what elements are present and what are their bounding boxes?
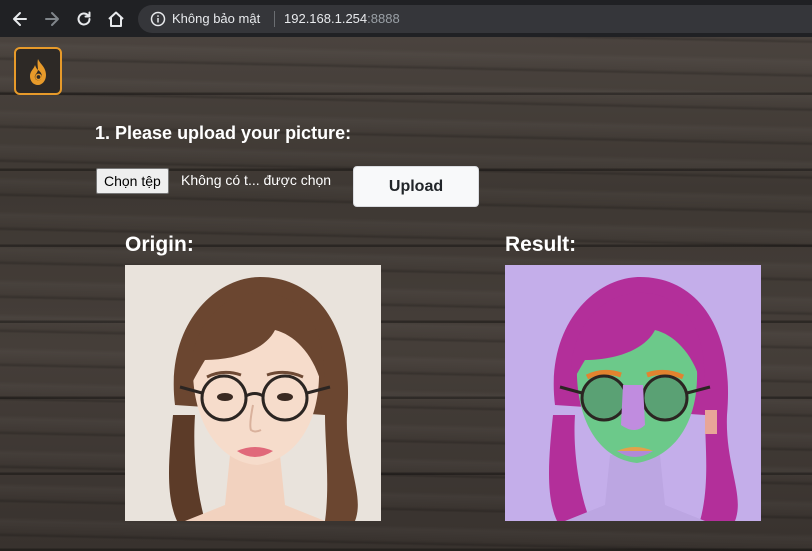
url-host: 192.168.1.254 <box>284 11 368 26</box>
file-status-text: Không có t... được chọn <box>181 172 332 188</box>
browser-toolbar: Không bảo mật 192.168.1.254:8888 <box>0 0 812 37</box>
home-icon[interactable] <box>106 9 126 29</box>
url-port: :8888 <box>367 11 400 26</box>
origin-label: Origin: <box>125 233 194 256</box>
result-image <box>505 265 761 521</box>
flame-logo-icon <box>30 59 46 85</box>
security-status: Không bảo mật <box>172 11 261 26</box>
origin-image <box>125 265 381 521</box>
address-bar[interactable]: Không bảo mật 192.168.1.254:8888 <box>138 5 812 33</box>
choose-file-button[interactable]: Chọn tệp <box>96 168 169 194</box>
upload-heading: 1. Please upload your picture: <box>95 123 352 143</box>
address-divider <box>274 11 275 27</box>
url-text[interactable]: 192.168.1.254:8888 <box>284 11 400 26</box>
page-body: 1. Please upload your picture: Chọn tệp … <box>0 37 812 551</box>
back-arrow-icon[interactable] <box>10 9 30 29</box>
reload-icon[interactable] <box>74 9 94 29</box>
forward-arrow-icon[interactable] <box>42 9 62 29</box>
upload-button[interactable]: Upload <box>353 166 479 207</box>
info-icon[interactable] <box>150 11 166 27</box>
result-label: Result: <box>505 233 577 256</box>
logo[interactable] <box>14 47 62 95</box>
